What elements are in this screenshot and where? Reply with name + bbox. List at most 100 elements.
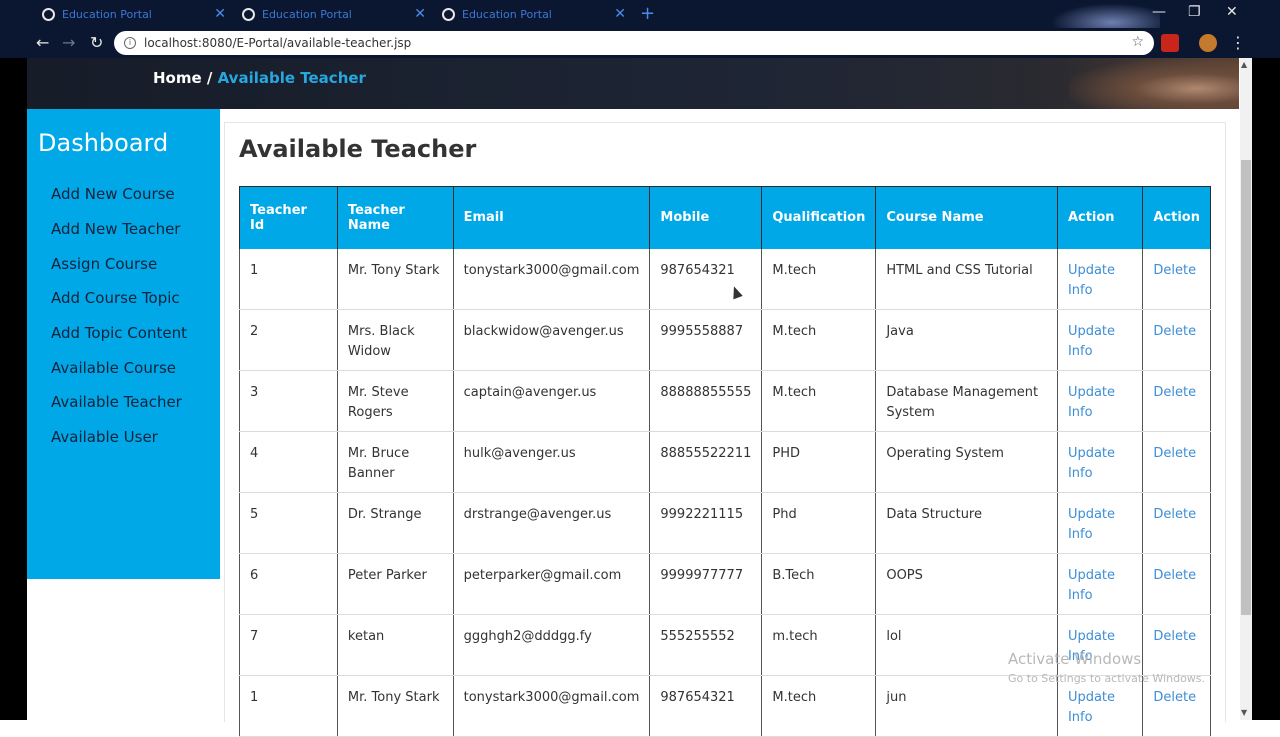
update-info-link[interactable]: Update Info xyxy=(1068,446,1115,481)
cell-qualification: B.Tech xyxy=(772,568,815,583)
cell-teacher-id: 4 xyxy=(250,446,259,461)
page-title: Available Teacher xyxy=(239,135,477,163)
table-cell: Update Info xyxy=(1057,248,1144,310)
table-cell: B.Tech xyxy=(761,553,877,615)
delete-link[interactable]: Delete xyxy=(1153,507,1196,522)
bookmark-star-icon[interactable]: ☆ xyxy=(1131,34,1144,50)
cell-mobile: 88888855555 xyxy=(660,385,752,400)
maximize-button[interactable]: ❐ xyxy=(1188,4,1201,20)
cell-qualification: PHD xyxy=(772,446,800,461)
close-window-button[interactable]: ✕ xyxy=(1226,4,1238,20)
cell-qualification: M.tech xyxy=(772,385,817,400)
cell-qualification: M.tech xyxy=(772,262,817,278)
table-cell: Java xyxy=(875,309,1058,371)
back-arrow-icon[interactable]: ← xyxy=(36,33,49,52)
sidebar-item-available-user[interactable]: Available User xyxy=(51,428,158,446)
column-header-course-name: Course Name xyxy=(875,186,1058,249)
cell-mobile: 987654321 xyxy=(660,262,735,278)
profile-avatar[interactable] xyxy=(1199,34,1217,52)
sidebar-item-add-new-course[interactable]: Add New Course xyxy=(51,185,175,203)
table-row: 6 Peter Parker peterparker@gmail.com 999997… xyxy=(239,553,1211,615)
table-cell: 2 xyxy=(239,309,338,371)
delete-link[interactable]: Delete xyxy=(1153,629,1196,644)
update-info-link[interactable]: Update Info xyxy=(1068,263,1115,298)
scrollbar-thumb[interactable] xyxy=(1241,160,1251,615)
cell-qualification: m.tech xyxy=(772,629,818,644)
table-cell: Phd xyxy=(761,492,877,554)
cell-teacher-name: Mr. Bruce Banner xyxy=(347,446,410,481)
delete-link[interactable]: Delete xyxy=(1153,568,1196,583)
delete-link[interactable]: Delete xyxy=(1153,324,1196,339)
table-cell: 88855522211 xyxy=(649,431,763,493)
forward-arrow-icon[interactable]: → xyxy=(62,33,75,52)
table-cell: Operating System xyxy=(875,431,1058,493)
table-header-row: Teacher Id Teacher Name Email Mobile Qua… xyxy=(239,186,1211,249)
breadcrumb: Home / Available Teacher xyxy=(153,69,366,87)
close-tab-icon[interactable]: ✕ xyxy=(614,6,626,22)
cell-teacher-id: 7 xyxy=(250,629,259,644)
table-cell: 3 xyxy=(239,370,338,432)
table-cell: PHD xyxy=(761,431,877,493)
column-header-teacher-id: Teacher Id xyxy=(239,186,338,249)
breadcrumb-home-link[interactable]: Home / xyxy=(153,69,212,87)
delete-link[interactable]: Delete xyxy=(1153,385,1196,400)
column-header-mobile: Mobile xyxy=(649,186,763,249)
delete-link[interactable]: Delete xyxy=(1153,690,1196,705)
table-cell: 9999977777 xyxy=(649,553,763,615)
sidebar-title: Dashboard xyxy=(38,129,169,157)
cell-course-name: jun xyxy=(886,690,907,705)
delete-link[interactable]: Delete xyxy=(1153,263,1196,278)
update-info-link[interactable]: Update Info xyxy=(1068,324,1115,359)
cell-qualification: M.tech xyxy=(772,690,817,705)
table-cell: Update Info xyxy=(1057,553,1144,615)
menu-kebab-icon[interactable]: ⋮ xyxy=(1230,33,1246,52)
close-tab-icon[interactable]: ✕ xyxy=(214,6,226,22)
table-cell: Update Info xyxy=(1057,309,1144,371)
table-cell: Update Info xyxy=(1057,492,1144,554)
globe-icon xyxy=(42,7,55,21)
cell-email: tonystark3000@gmail.com xyxy=(463,262,640,278)
update-info-link[interactable]: Update Info xyxy=(1068,568,1115,603)
cell-email: tonystark3000@gmail.com xyxy=(463,690,640,705)
table-row: 4 Mr. Bruce Banner hulk@avenger.us 88855522… xyxy=(239,431,1211,493)
table-cell: m.tech xyxy=(761,614,877,676)
breadcrumb-current: Available Teacher xyxy=(217,69,366,87)
delete-link[interactable]: Delete xyxy=(1153,446,1196,461)
table-cell: drstrange@avenger.us xyxy=(453,492,651,554)
sidebar-item-add-new-teacher[interactable]: Add New Teacher xyxy=(51,220,180,238)
update-info-link[interactable]: Update Info xyxy=(1068,385,1115,420)
close-tab-icon[interactable]: ✕ xyxy=(414,6,426,22)
browser-tab[interactable]: Education Portal ✕ xyxy=(228,0,426,28)
scroll-down-arrow-icon[interactable]: ▼ xyxy=(1241,708,1247,717)
cell-mobile: 9992221115 xyxy=(660,507,744,522)
table-cell: Mr. Tony Stark xyxy=(337,675,454,737)
cell-teacher-name: Peter Parker xyxy=(347,568,427,583)
cell-mobile: 9995558887 xyxy=(660,324,744,339)
info-icon[interactable]: i xyxy=(124,37,136,49)
table-cell: Mr. Steve Rogers xyxy=(337,370,454,432)
update-info-link[interactable]: Update Info xyxy=(1068,507,1115,542)
address-bar[interactable]: i localhost:8080/E-Portal/available-teac… xyxy=(114,31,1154,55)
minimize-button[interactable]: — xyxy=(1152,4,1166,20)
sidebar-item-add-course-topic[interactable]: Add Course Topic xyxy=(51,289,180,307)
pdf-extension-icon[interactable] xyxy=(1161,34,1179,52)
sidebar-item-assign-course[interactable]: Assign Course xyxy=(51,255,157,273)
sidebar-item-available-course[interactable]: Available Course xyxy=(51,359,176,377)
cell-course-name: HTML and CSS Tutorial xyxy=(886,262,1033,278)
table-cell: M.tech xyxy=(761,370,877,432)
cell-course-name: OOPS xyxy=(886,568,923,583)
table-cell: Data Structure xyxy=(875,492,1058,554)
table-cell: Mrs. Black Widow xyxy=(337,309,454,371)
new-tab-button[interactable]: + xyxy=(640,3,655,24)
browser-tab-active[interactable]: Education Portal ✕ xyxy=(428,0,626,28)
table-cell: blackwidow@avenger.us xyxy=(453,309,651,371)
sidebar-item-add-topic-content[interactable]: Add Topic Content xyxy=(51,324,187,342)
cell-course-name: Operating System xyxy=(886,446,1004,461)
cell-qualification: Phd xyxy=(772,507,797,522)
table-row: 3 Mr. Steve Rogers captain@avenger.us 88888… xyxy=(239,370,1211,432)
scroll-up-arrow-icon[interactable]: ▲ xyxy=(1241,60,1247,69)
page-header-banner: Home / Available Teacher xyxy=(27,58,1239,109)
browser-tab[interactable]: Education Portal ✕ xyxy=(28,0,226,28)
reload-icon[interactable]: ↻ xyxy=(90,33,103,52)
sidebar-item-available-teacher[interactable]: Available Teacher xyxy=(51,393,182,411)
